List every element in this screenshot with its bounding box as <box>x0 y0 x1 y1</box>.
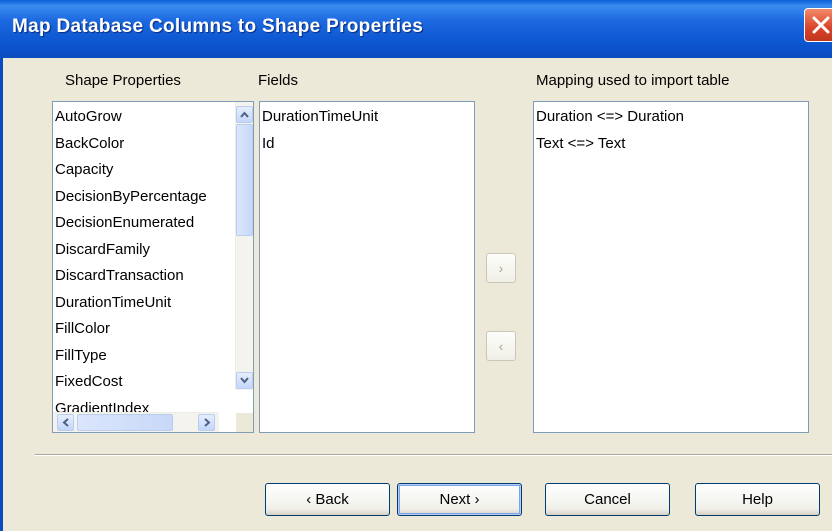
scroll-right-button[interactable] <box>198 414 215 431</box>
list-item[interactable]: FillColor <box>53 316 218 343</box>
scroll-corner <box>236 413 253 432</box>
mapping-list[interactable]: Duration <=> Duration Text <=> Text <box>533 101 809 433</box>
chevron-left-icon <box>62 418 69 427</box>
chevron-right-icon <box>204 418 211 427</box>
mapping-label: Mapping used to import table <box>536 72 730 89</box>
close-icon <box>812 16 830 34</box>
remove-mapping-button[interactable]: ‹ <box>486 331 516 361</box>
shape-properties-label: Shape Properties <box>65 72 181 89</box>
close-button[interactable] <box>804 8 832 42</box>
list-item[interactable]: Text <=> Text <box>534 131 808 158</box>
list-item[interactable]: DecisionByPercentage <box>53 184 218 211</box>
next-button[interactable]: Next › <box>397 483 522 516</box>
list-item[interactable]: DurationTimeUnit <box>53 290 218 317</box>
list-item[interactable]: AutoGrow <box>53 104 218 131</box>
dialog-body: Shape Properties Fields Mapping used to … <box>0 58 832 531</box>
vertical-scrollbar[interactable] <box>235 102 253 390</box>
list-item[interactable]: Capacity <box>53 157 218 184</box>
title-bar: Map Database Columns to Shape Properties <box>0 0 832 58</box>
add-mapping-button[interactable]: › <box>486 253 516 283</box>
list-item[interactable]: Id <box>260 131 474 158</box>
chevron-down-icon <box>240 377 249 384</box>
chevron-up-icon <box>240 111 249 118</box>
list-item[interactable]: BackColor <box>53 131 218 158</box>
fields-list[interactable]: DurationTimeUnit Id <box>259 101 475 433</box>
divider <box>35 454 832 456</box>
scroll-up-button[interactable] <box>236 106 253 123</box>
list-item[interactable]: DiscardTransaction <box>53 263 218 290</box>
scroll-down-button[interactable] <box>236 372 253 389</box>
list-item[interactable]: DiscardFamily <box>53 237 218 264</box>
scroll-left-button[interactable] <box>57 414 74 431</box>
fields-label: Fields <box>258 72 299 89</box>
vertical-scroll-thumb[interactable] <box>236 124 253 236</box>
list-item[interactable]: DecisionEnumerated <box>53 210 218 237</box>
back-button[interactable]: ‹ Back <box>265 483 390 516</box>
list-item[interactable]: Duration <=> Duration <box>534 104 808 131</box>
window-title: Map Database Columns to Shape Properties <box>12 16 424 37</box>
list-item[interactable]: DurationTimeUnit <box>260 104 474 131</box>
list-item[interactable]: FillType <box>53 343 218 370</box>
cancel-button[interactable]: Cancel <box>545 483 670 516</box>
shape-properties-list[interactable]: AutoGrow BackColor Capacity DecisionByPerce… <box>52 101 254 433</box>
help-button[interactable]: Help <box>695 483 820 516</box>
horizontal-scroll-thumb[interactable] <box>77 414 173 431</box>
horizontal-scrollbar[interactable] <box>53 412 219 432</box>
list-item[interactable]: FixedCost <box>53 369 218 396</box>
